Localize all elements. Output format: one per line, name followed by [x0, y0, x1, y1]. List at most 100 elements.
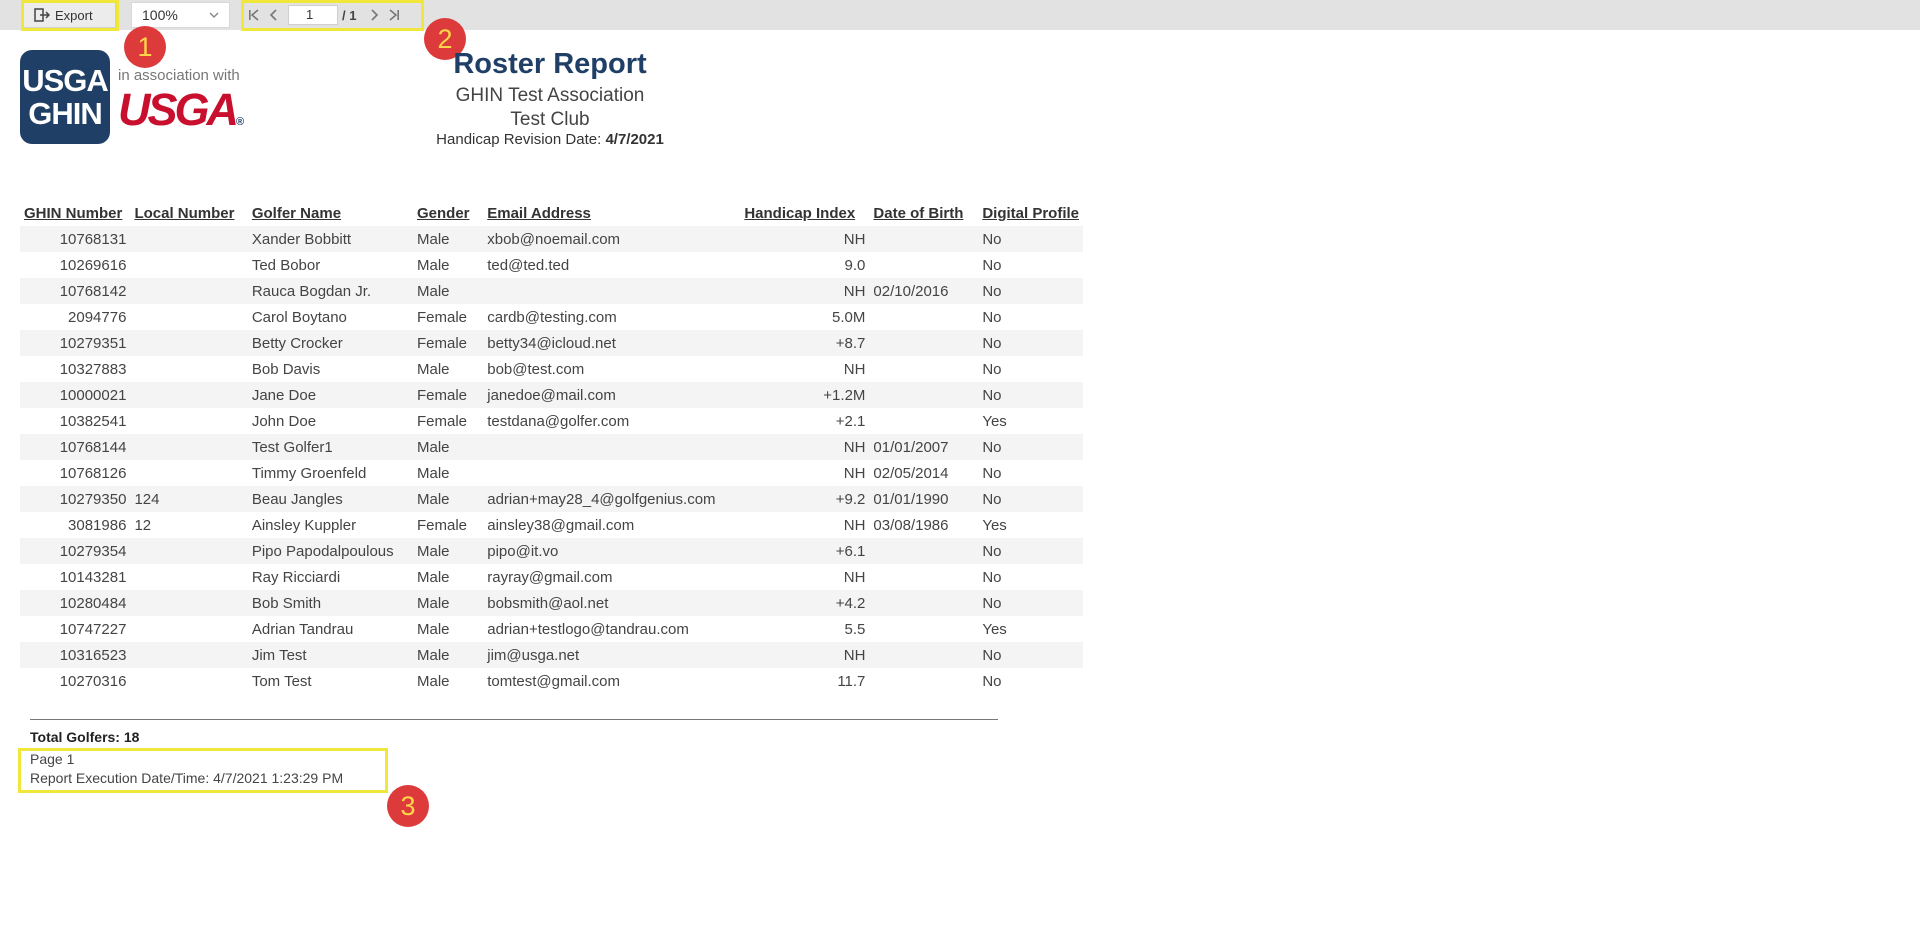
table-cell: tomtest@gmail.com: [487, 672, 621, 690]
table-cell: [869, 252, 978, 278]
table-row: 10382541 John Doe Female testdana@golfer.co…: [20, 408, 1083, 434]
table-cell: NH: [843, 568, 866, 586]
table-cell: No: [982, 230, 1002, 248]
table-cell: [483, 434, 740, 460]
table-cell: Yes: [982, 620, 1007, 638]
table-cell: Male: [416, 620, 450, 638]
club-name: Test Club: [510, 109, 590, 130]
table-cell: [869, 408, 978, 434]
table-cell: Beau Jangles: [251, 490, 343, 508]
table-cell: 10270316: [59, 672, 127, 690]
column-header[interactable]: Digital Profile: [978, 200, 1083, 226]
table-cell: No: [982, 594, 1002, 612]
column-header[interactable]: Golfer Name: [248, 200, 413, 226]
table-cell: janedoe@mail.com: [487, 386, 616, 404]
table-cell: Male: [416, 438, 450, 456]
table-cell: [869, 668, 978, 694]
table-row: 10279354 Pipo Papodalpoulous Male pipo@it.v…: [20, 538, 1083, 564]
table-row: 10280484 Bob Smith Male bobsmith@aol.net +4.…: [20, 590, 1083, 616]
table-cell: +2.1: [835, 412, 866, 430]
registered-mark: ®: [236, 116, 245, 128]
table-cell: Jim Test: [251, 646, 307, 664]
table-cell: Female: [416, 516, 468, 534]
table-cell: Male: [416, 568, 450, 586]
table-cell: [869, 564, 978, 590]
table-row: 10279350 124 Beau Jangles Male adrian+may28_…: [20, 486, 1083, 512]
table-row: 10768142 Rauca Bogdan Jr. Male NH 02/10/2016…: [20, 278, 1083, 304]
association-text: in association with: [118, 67, 240, 84]
table-cell: [130, 564, 247, 590]
table-cell: Carol Boytano: [251, 308, 347, 326]
table-row: 3081986 12 Ainsley Kuppler Female ainsley38@…: [20, 512, 1083, 538]
table-cell: Male: [416, 490, 450, 508]
handicap-revision-date: Handicap Revision Date: 4/7/2021: [350, 131, 750, 148]
table-row: 10316523 Jim Test Male jim@usga.net NH No: [20, 642, 1083, 668]
table-row: 10768131 Xander Bobbitt Male xbob@noemail.c…: [20, 226, 1083, 252]
table-cell: [130, 252, 247, 278]
table-cell: [869, 330, 978, 356]
table-cell: NH: [843, 230, 866, 248]
table-row: 10143281 Ray Ricciardi Male rayray@gmail.co…: [20, 564, 1083, 590]
table-cell: 5.5: [844, 620, 866, 638]
table-cell: Ainsley Kuppler: [251, 516, 357, 534]
table-cell: 10316523: [59, 646, 127, 664]
page-number-input[interactable]: 1: [288, 5, 338, 25]
table-cell: Ted Bobor: [251, 256, 321, 274]
table-cell: adrian+testlogo@tandrau.com: [487, 620, 689, 638]
table-cell: No: [982, 386, 1002, 404]
footer-divider: [30, 719, 998, 720]
table-cell: [130, 356, 247, 382]
table-cell: No: [982, 568, 1002, 586]
next-page-button[interactable]: [364, 5, 384, 25]
report-viewer-toolbar: Export 100% 1 / 1: [0, 0, 1920, 30]
table-cell: No: [982, 672, 1002, 690]
table-cell: [869, 616, 978, 642]
table-row: 10270316 Tom Test Male tomtest@gmail.com 11.…: [20, 668, 1083, 694]
table-cell: Jane Doe: [251, 386, 317, 404]
first-page-button[interactable]: [244, 5, 264, 25]
table-cell: 10768131: [59, 230, 127, 248]
table-cell: ted@ted.ted: [487, 256, 570, 274]
table-cell: Female: [416, 334, 468, 352]
table-row: 10000021 Jane Doe Female janedoe@mail.com +1…: [20, 382, 1083, 408]
table-cell: [869, 226, 978, 252]
table-cell: cardb@testing.com: [487, 308, 617, 326]
table-cell: NH: [843, 360, 866, 378]
zoom-select[interactable]: 100%: [131, 2, 230, 28]
table-cell: 10279350: [59, 490, 127, 508]
revision-label: Handicap Revision Date:: [436, 131, 602, 148]
table-cell: 9.0: [844, 256, 866, 274]
table-cell: Rauca Bogdan Jr.: [251, 282, 372, 300]
table-cell: jim@usga.net: [487, 646, 580, 664]
table-cell: 10269616: [59, 256, 127, 274]
table-cell: 02/05/2014: [873, 464, 949, 482]
column-header[interactable]: Email Address: [483, 200, 740, 226]
table-cell: 10143281: [59, 568, 127, 586]
usga-logo-text: USGA: [118, 84, 239, 135]
table-cell: [869, 642, 978, 668]
export-button[interactable]: Export: [23, 2, 116, 28]
column-header[interactable]: GHIN Number: [20, 200, 130, 226]
roster-body: 10768131 Xander Bobbitt Male xbob@noemail.c…: [20, 226, 1083, 694]
table-cell: [130, 538, 247, 564]
table-cell: +6.1: [835, 542, 866, 560]
table-cell: 10279354: [59, 542, 127, 560]
table-cell: [483, 460, 740, 486]
previous-page-button[interactable]: [264, 5, 284, 25]
table-cell: Male: [416, 256, 450, 274]
last-page-button[interactable]: [384, 5, 404, 25]
table-cell: Timmy Groenfeld: [251, 464, 367, 482]
column-header[interactable]: Handicap Index: [740, 200, 869, 226]
table-cell: [130, 642, 247, 668]
column-header[interactable]: Date of Birth: [869, 200, 978, 226]
table-cell: 01/01/2007: [873, 438, 949, 456]
table-cell: Yes: [982, 412, 1007, 430]
column-header[interactable]: Local Number: [130, 200, 247, 226]
callout-badge-3: 3: [387, 785, 429, 827]
table-cell: NH: [843, 464, 866, 482]
export-label: Export: [55, 7, 93, 23]
table-cell: 10327883: [59, 360, 127, 378]
column-header[interactable]: Gender: [413, 200, 483, 226]
table-cell: John Doe: [251, 412, 317, 430]
usga-ghin-logo: USGA GHIN: [20, 50, 110, 144]
